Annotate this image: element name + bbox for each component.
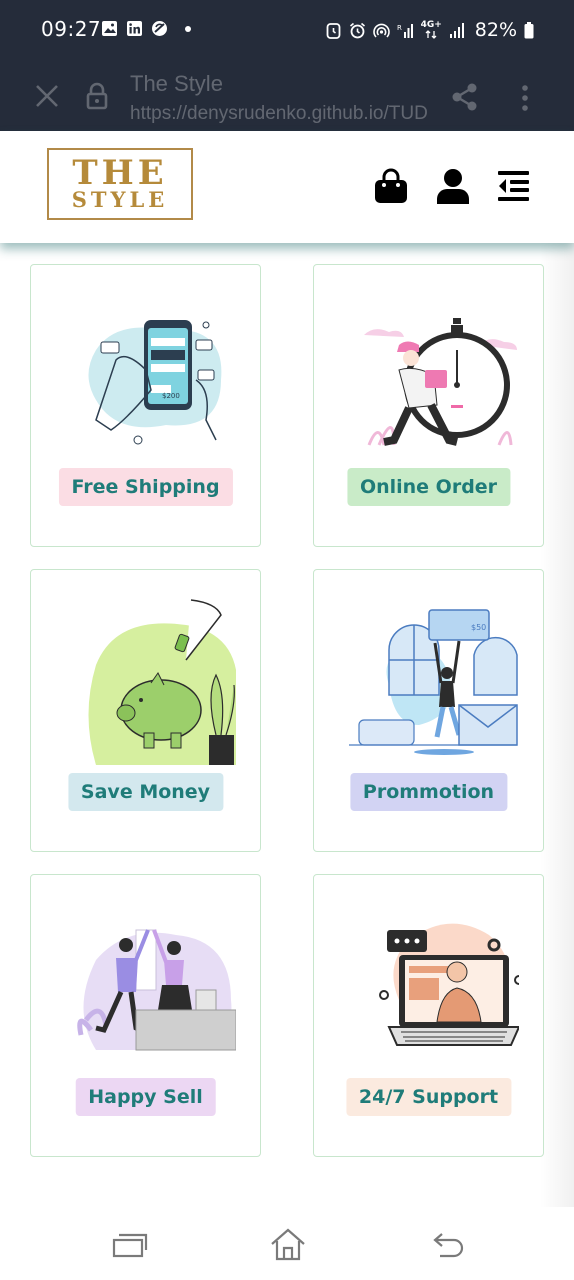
user-icon[interactable] xyxy=(436,168,470,204)
network-type-label: 4G+ xyxy=(420,20,442,30)
hotspot-icon xyxy=(372,23,390,38)
browser-url-bar[interactable]: The Style https://denysrudenko.github.io… xyxy=(0,62,574,131)
feature-card-save-money[interactable]: Save Money xyxy=(30,569,261,852)
feature-label: Happy Sell xyxy=(75,1078,216,1116)
more-vert-icon[interactable] xyxy=(520,84,530,112)
shopping-bag-icon[interactable] xyxy=(374,168,408,204)
notification-icons xyxy=(101,20,191,37)
share-icon[interactable] xyxy=(450,82,480,112)
svg-text:$50: $50 xyxy=(471,623,486,632)
courier-stopwatch-illustration xyxy=(364,318,517,446)
feature-label: Free Shipping xyxy=(58,468,233,506)
data-arrows-icon xyxy=(425,30,437,39)
feature-label: 24/7 Support xyxy=(345,1078,512,1116)
feature-label: Prommotion xyxy=(349,773,508,811)
system-nav-bar xyxy=(0,1207,574,1280)
high-five-illustration xyxy=(77,929,236,1051)
brand-logo[interactable]: THE STYLE xyxy=(47,148,193,220)
more-notifications-dot xyxy=(185,25,191,32)
back-icon[interactable] xyxy=(430,1226,468,1262)
system-chrome: 09:27 R 4G+ 82% The Style https://denysr… xyxy=(0,0,574,131)
feature-label: Save Money xyxy=(67,773,224,811)
browser-url[interactable]: https://denysrudenko.github.io/TUD xyxy=(130,103,430,125)
home-icon[interactable] xyxy=(269,1226,307,1262)
feature-card-free-shipping[interactable]: $200 Free Shipping xyxy=(30,264,261,547)
site-header: THE STYLE xyxy=(0,131,574,243)
status-bar: 09:27 R 4G+ 82% xyxy=(0,0,574,60)
status-time: 09:27 xyxy=(41,17,102,41)
battery-percent: 82% xyxy=(474,19,517,41)
laptop-support-illustration xyxy=(379,923,519,1046)
gallery-icon xyxy=(102,21,117,36)
alarm-clock-icon xyxy=(326,22,340,39)
svg-text:R: R xyxy=(397,24,402,32)
sync-blocked-icon xyxy=(152,21,167,36)
logo-line-the: THE xyxy=(72,153,168,193)
feature-card-happy-sell[interactable]: Happy Sell xyxy=(30,874,261,1157)
system-icons: R 4G+ 82% xyxy=(325,19,534,41)
browser-page-title: The Style xyxy=(130,71,223,96)
feature-label: Online Order xyxy=(346,468,511,506)
signal-1-icon: R xyxy=(397,23,413,38)
menu-icon[interactable] xyxy=(496,168,530,204)
feature-card-prommotion[interactable]: $50 Prommotion xyxy=(313,569,544,852)
feature-card-support[interactable]: 24/7 Support xyxy=(313,874,544,1157)
linkedin-icon xyxy=(127,21,142,36)
feature-card-online-order[interactable]: Online Order xyxy=(313,264,544,547)
features-section: $200 Free Shipping Online Order Save Mon… xyxy=(0,243,574,1207)
alarm-icon xyxy=(349,22,365,38)
scroll-edge-shadow xyxy=(540,243,574,1207)
lock-icon xyxy=(86,82,108,110)
svg-text:$200: $200 xyxy=(162,392,180,400)
signal-2-icon xyxy=(449,22,464,38)
network-type: 4G+ xyxy=(421,21,442,39)
logo-line-style: STYLE xyxy=(71,187,169,212)
close-icon[interactable] xyxy=(33,82,61,110)
piggy-bank-illustration xyxy=(88,599,236,765)
gift-celebration-illustration: $50 xyxy=(349,609,518,755)
recent-apps-icon[interactable] xyxy=(111,1226,149,1262)
payment-phone-illustration: $200 xyxy=(88,320,222,445)
battery-icon xyxy=(524,21,534,38)
